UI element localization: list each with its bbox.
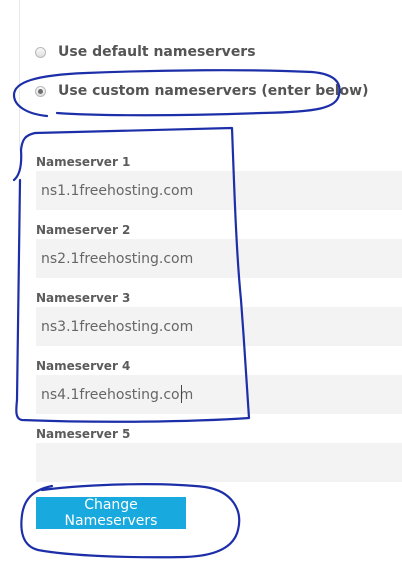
nameserver-2-label: Nameserver 2: [36, 223, 131, 237]
radio-label-custom: Use custom nameservers (enter below): [58, 83, 369, 99]
nameserver-1-label: Nameserver 1: [36, 155, 131, 169]
radio-button-checked[interactable]: [35, 85, 46, 97]
divider: [19, 0, 20, 150]
nameserver-1-input[interactable]: [36, 171, 402, 210]
nameserver-3-input[interactable]: [36, 307, 402, 346]
nameserver-2-input[interactable]: [36, 239, 402, 278]
nameserver-5-label: Nameserver 5: [36, 427, 131, 441]
radio-default-nameservers[interactable]: Use default nameservers: [35, 41, 256, 63]
nameserver-4-label: Nameserver 4: [36, 359, 131, 373]
nameserver-5-input[interactable]: [36, 443, 402, 482]
change-nameservers-button[interactable]: Change Nameservers: [36, 497, 186, 529]
nameserver-form: Use default nameservers Use custom names…: [0, 0, 402, 561]
radio-custom-nameservers[interactable]: Use custom nameservers (enter below): [35, 80, 369, 102]
text-cursor: [181, 385, 182, 403]
radio-button-unchecked[interactable]: [35, 46, 46, 58]
nameserver-3-label: Nameserver 3: [36, 291, 131, 305]
radio-label-default: Use default nameservers: [58, 44, 256, 60]
nameserver-4-input[interactable]: [36, 375, 402, 414]
